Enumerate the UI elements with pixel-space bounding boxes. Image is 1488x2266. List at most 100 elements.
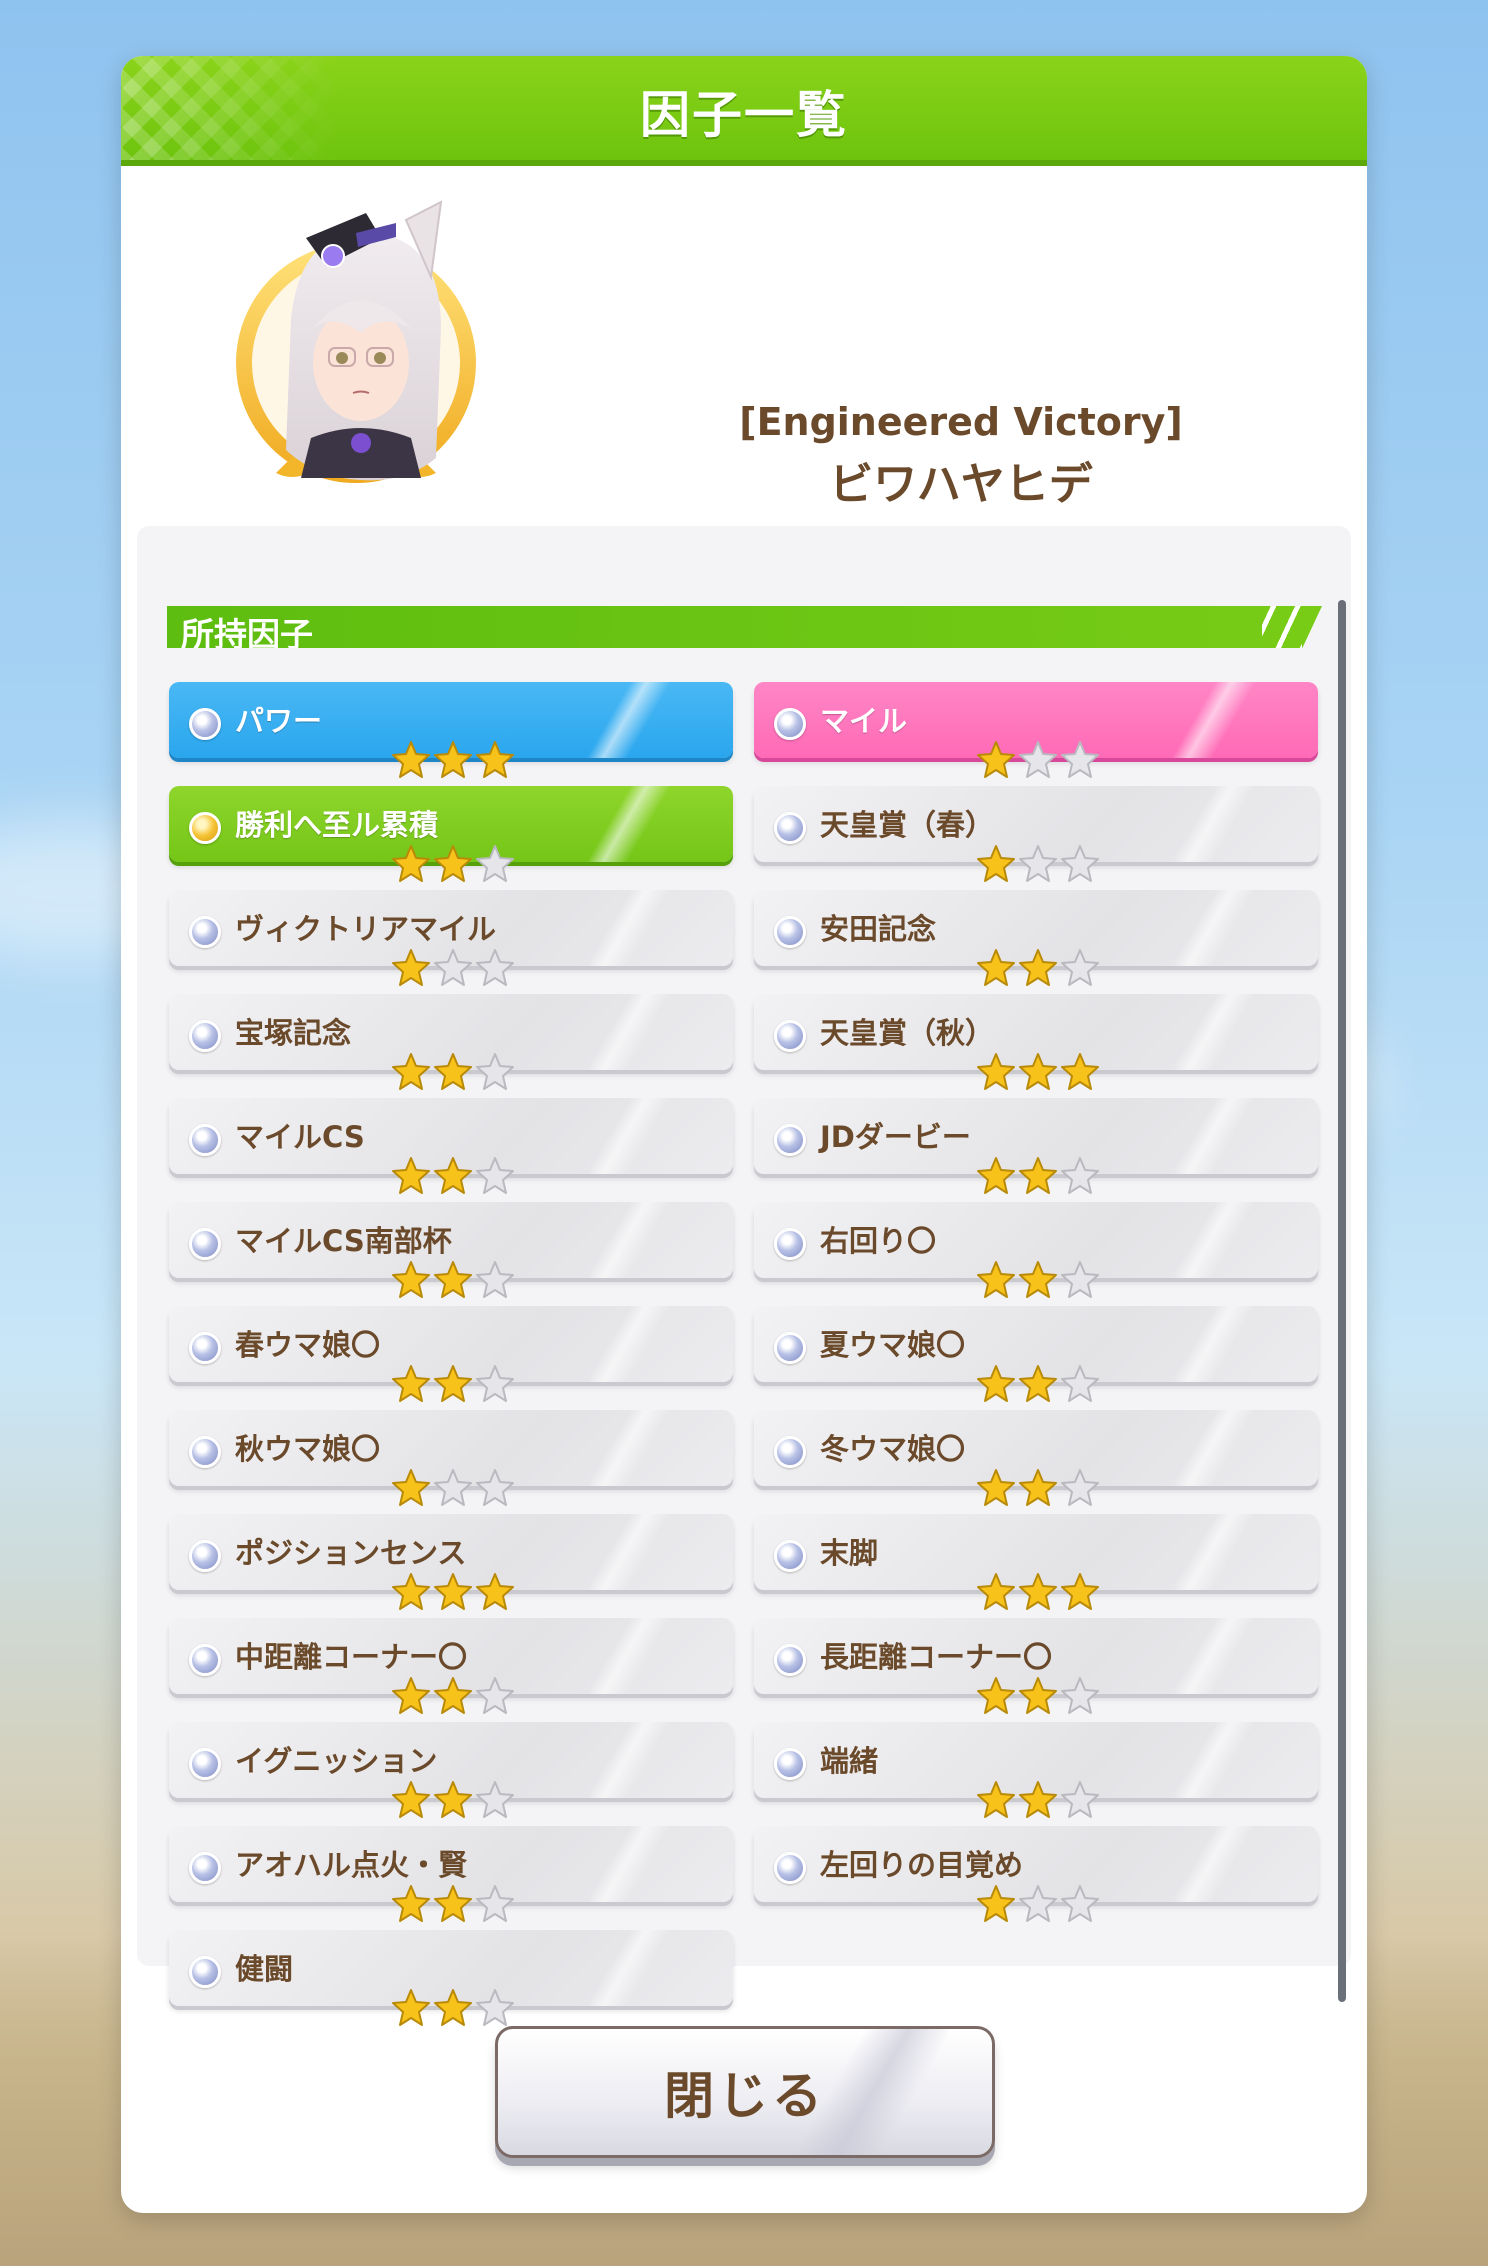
star-filled-icon <box>392 1469 430 1506</box>
star-filled-icon <box>434 1885 472 1922</box>
star-filled-icon <box>1019 1261 1057 1298</box>
factor-star-rating <box>391 1156 517 1196</box>
factor-card[interactable]: 長距離コーナー〇 <box>754 1618 1318 1714</box>
factor-card[interactable]: アオハル点火・賢 <box>169 1826 733 1922</box>
factor-card[interactable]: 端緒 <box>754 1722 1318 1818</box>
factor-label: 天皇賞（春） <box>820 808 995 842</box>
factor-card[interactable]: マイルCS <box>169 1098 733 1194</box>
star-empty-icon <box>476 1677 514 1714</box>
factor-panel: 所持因子 パワー マイル 勝利へ至ル累積 天皇賞（春） ヴィクトリアマイル 安田記念宝塚記… <box>137 526 1351 2026</box>
factor-label: 夏ウマ娘〇 <box>820 1328 966 1362</box>
star-filled-icon <box>392 1157 430 1194</box>
factor-card[interactable]: 夏ウマ娘〇 <box>754 1306 1318 1402</box>
star-filled-icon <box>977 1365 1015 1402</box>
factor-orb-icon <box>189 1124 221 1156</box>
factor-card[interactable]: ヴィクトリアマイル <box>169 890 733 986</box>
factor-star-rating <box>391 1572 517 1612</box>
star-filled-icon <box>392 1053 430 1090</box>
factor-label: ヴィクトリアマイル <box>235 912 497 946</box>
scrollbar[interactable] <box>1338 600 1346 2002</box>
factor-orb-icon <box>774 1436 806 1468</box>
factor-card[interactable]: 安田記念 <box>754 890 1318 986</box>
factor-card[interactable]: 右回り〇 <box>754 1202 1318 1298</box>
factor-card[interactable]: 健闘 <box>169 1930 733 2026</box>
factor-label: マイルCS <box>235 1120 365 1154</box>
factor-label: 健闘 <box>235 1952 294 1986</box>
factor-orb-icon <box>189 1852 221 1884</box>
star-empty-icon <box>476 1053 514 1090</box>
factor-label: 春ウマ娘〇 <box>235 1328 381 1362</box>
character-epithet: [Engineered Victory] <box>739 400 1183 444</box>
factor-star-rating <box>976 1884 1102 1924</box>
factor-orb-icon <box>774 1124 806 1156</box>
star-filled-icon <box>977 1261 1015 1298</box>
factor-card[interactable]: JDダービー <box>754 1098 1318 1194</box>
factor-card[interactable]: 春ウマ娘〇 <box>169 1306 733 1402</box>
factor-card[interactable]: ポジションセンス <box>169 1514 733 1610</box>
star-filled-icon <box>434 741 472 778</box>
factor-card[interactable]: 冬ウマ娘〇 <box>754 1410 1318 1506</box>
star-filled-icon <box>392 1573 430 1610</box>
star-empty-icon <box>476 1261 514 1298</box>
star-empty-icon <box>1019 1885 1057 1922</box>
factor-card[interactable]: 天皇賞（春） <box>754 786 1318 882</box>
factor-star-rating <box>976 1364 1102 1404</box>
factor-star-rating <box>976 844 1102 884</box>
factor-orb-icon <box>189 1956 221 1988</box>
factor-card[interactable]: 左回りの目覚め <box>754 1826 1318 1922</box>
star-empty-icon <box>476 1989 514 2026</box>
star-filled-icon <box>977 1053 1015 1090</box>
factor-card[interactable]: 天皇賞（秋） <box>754 994 1318 1090</box>
factor-card[interactable]: 勝利へ至ル累積 <box>169 786 733 882</box>
factor-list-dialog: 因子一覧 [Engineered Victory] ビワハヤヒデ 所持因子 パワ… <box>121 56 1367 2213</box>
factor-orb-icon <box>189 812 221 844</box>
star-empty-icon <box>476 1157 514 1194</box>
star-filled-icon <box>1061 1053 1099 1090</box>
factor-star-rating <box>391 1676 517 1716</box>
factor-star-rating <box>391 1988 517 2028</box>
factor-label: イグニッション <box>235 1744 438 1778</box>
factor-label: ポジションセンス <box>235 1536 467 1570</box>
star-filled-icon <box>392 1677 430 1714</box>
star-filled-icon <box>434 1365 472 1402</box>
star-filled-icon <box>392 1989 430 2026</box>
factor-star-rating <box>976 1260 1102 1300</box>
factor-label: 安田記念 <box>820 912 937 946</box>
star-filled-icon <box>434 1573 472 1610</box>
star-filled-icon <box>977 949 1015 986</box>
star-empty-icon <box>1061 949 1099 986</box>
factor-star-rating <box>976 740 1102 780</box>
close-button[interactable]: 閉じる <box>495 2026 995 2158</box>
star-empty-icon <box>1061 1469 1099 1506</box>
factor-star-rating <box>391 740 517 780</box>
star-empty-icon <box>1061 1885 1099 1922</box>
factor-card[interactable]: 中距離コーナー〇 <box>169 1618 733 1714</box>
factor-card[interactable]: 末脚 <box>754 1514 1318 1610</box>
factor-orb-icon <box>189 916 221 948</box>
star-empty-icon <box>1019 845 1057 882</box>
star-filled-icon <box>476 741 514 778</box>
factor-orb-icon <box>774 812 806 844</box>
factor-star-rating <box>976 1676 1102 1716</box>
factor-card[interactable]: パワー <box>169 682 733 778</box>
factor-card[interactable]: マイル <box>754 682 1318 778</box>
factor-card[interactable]: 秋ウマ娘〇 <box>169 1410 733 1506</box>
factor-star-rating <box>976 1780 1102 1820</box>
star-empty-icon <box>1061 845 1099 882</box>
star-filled-icon <box>977 741 1015 778</box>
star-filled-icon <box>392 1781 430 1818</box>
factor-star-rating <box>976 1468 1102 1508</box>
star-filled-icon <box>392 845 430 882</box>
factor-card[interactable]: イグニッション <box>169 1722 733 1818</box>
factor-label: 秋ウマ娘〇 <box>235 1432 381 1466</box>
factor-star-rating <box>391 1052 517 1092</box>
factor-card[interactable]: 宝塚記念 <box>169 994 733 1090</box>
star-empty-icon <box>1061 1261 1099 1298</box>
star-filled-icon <box>434 1677 472 1714</box>
factor-card[interactable]: マイルCS南部杯 <box>169 1202 733 1298</box>
header-pattern <box>121 56 341 166</box>
close-button-label: 閉じる <box>664 2067 826 2125</box>
star-empty-icon <box>476 1365 514 1402</box>
character-avatar[interactable] <box>221 198 491 488</box>
section-title: 所持因子 <box>181 615 313 654</box>
